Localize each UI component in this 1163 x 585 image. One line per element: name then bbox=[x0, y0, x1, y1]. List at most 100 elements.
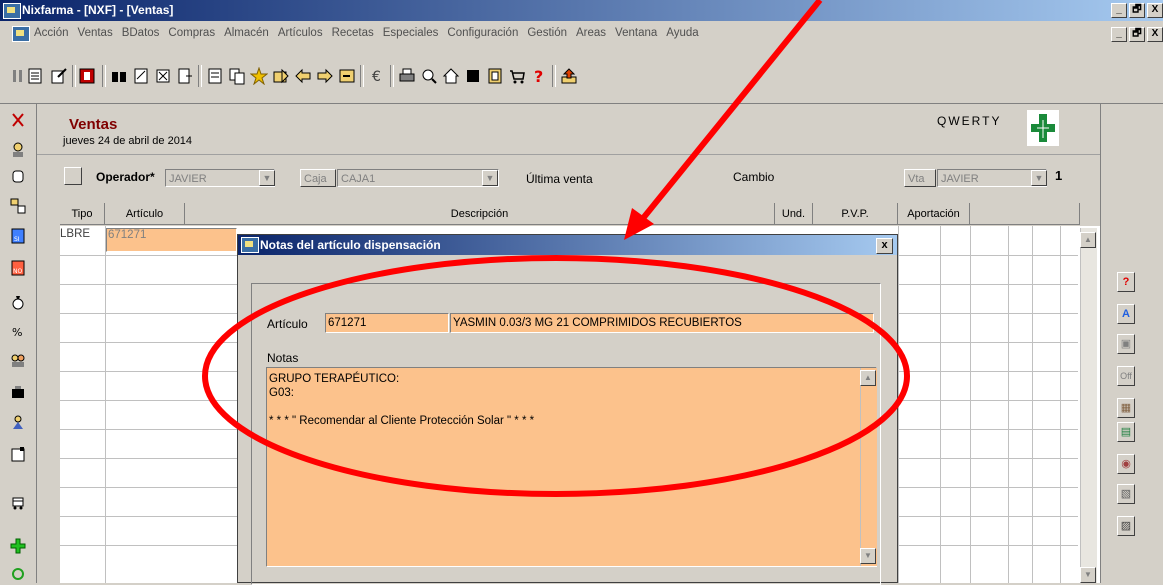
edit-icon[interactable] bbox=[50, 67, 68, 85]
import-icon[interactable] bbox=[338, 67, 356, 85]
minimize-button[interactable]: _ bbox=[1111, 3, 1127, 18]
notes-side-icon[interactable]: ▨ bbox=[1117, 516, 1135, 536]
notas-scroll-up-icon[interactable]: ▲ bbox=[860, 370, 876, 386]
mdi-child-icon[interactable] bbox=[12, 26, 30, 42]
person-pin-icon[interactable] bbox=[10, 414, 26, 430]
form-icon[interactable] bbox=[132, 67, 150, 85]
restore-button[interactable]: 🗗 bbox=[1129, 3, 1145, 18]
mdi-restore-button[interactable]: 🗗 bbox=[1129, 27, 1145, 42]
money-icon[interactable]: ▤ bbox=[1117, 422, 1135, 442]
row-articulo[interactable]: 671271 bbox=[106, 228, 237, 252]
calculator-icon[interactable]: ▦ bbox=[1117, 398, 1135, 418]
close-window-button[interactable]: X bbox=[1147, 3, 1163, 18]
notas-line bbox=[269, 400, 534, 414]
arrow-left-icon[interactable] bbox=[294, 67, 312, 85]
display-icon[interactable]: ▣ bbox=[1117, 334, 1135, 354]
notas-scroll-down-icon[interactable]: ▼ bbox=[860, 548, 876, 564]
window-controls: _ 🗗 X bbox=[1109, 3, 1163, 18]
windows-icon[interactable] bbox=[10, 198, 26, 214]
no-icon[interactable]: NO bbox=[10, 260, 26, 276]
copy-icon[interactable] bbox=[228, 67, 246, 85]
vta-dropdown-icon[interactable]: ▼ bbox=[1031, 170, 1047, 186]
operador-dropdown-icon[interactable]: ▼ bbox=[259, 170, 275, 186]
col-und[interactable]: Und. bbox=[775, 203, 813, 225]
upload-icon[interactable] bbox=[560, 67, 578, 85]
menu-especiales[interactable]: Especiales bbox=[383, 27, 439, 39]
menu-ventana[interactable]: Ventana bbox=[615, 27, 657, 39]
home-icon[interactable] bbox=[442, 67, 460, 85]
font-icon[interactable]: A bbox=[1117, 304, 1135, 324]
menu-accion[interactable]: Acción bbox=[34, 27, 69, 39]
col-aportacion[interactable]: Aportación bbox=[898, 203, 970, 225]
caja-button[interactable]: Caja bbox=[300, 169, 336, 187]
clipboard-icon[interactable] bbox=[486, 67, 504, 85]
si-icon[interactable]: SI bbox=[10, 228, 26, 244]
target-icon[interactable]: ◉ bbox=[1117, 454, 1135, 474]
list-icon[interactable] bbox=[206, 67, 224, 85]
menu-articulos[interactable]: Artículos bbox=[278, 27, 323, 39]
notas-textarea[interactable]: GRUPO TERAPÉUTICO: G03: * * * " Recomend… bbox=[266, 367, 877, 567]
menu-gestion[interactable]: Gestión bbox=[527, 27, 567, 39]
caja-dropdown-icon[interactable]: ▼ bbox=[482, 170, 498, 186]
grid-scrollbar[interactable] bbox=[1080, 228, 1097, 583]
user-icon[interactable] bbox=[10, 142, 26, 158]
grid-scroll-down-icon[interactable]: ▼ bbox=[1080, 567, 1096, 583]
star-icon[interactable] bbox=[250, 67, 268, 85]
euro-icon[interactable]: € bbox=[368, 67, 386, 85]
arrow-right-icon[interactable] bbox=[316, 67, 334, 85]
stop-icon[interactable] bbox=[78, 67, 96, 85]
pharmacy-cross-icon[interactable] bbox=[10, 538, 26, 554]
document-icon[interactable] bbox=[26, 67, 44, 85]
col-pvp[interactable]: P.V.P. bbox=[813, 203, 898, 225]
notes-icon[interactable] bbox=[10, 446, 26, 462]
black-square-icon[interactable] bbox=[464, 67, 482, 85]
menu-compras[interactable]: Compras bbox=[168, 27, 215, 39]
vta-button[interactable]: Vta bbox=[904, 169, 936, 187]
menu-ventas[interactable]: Ventas bbox=[78, 27, 113, 39]
menu-recetas[interactable]: Recetas bbox=[332, 27, 374, 39]
grid-scroll-up-icon[interactable]: ▲ bbox=[1080, 232, 1096, 248]
scissors-icon[interactable] bbox=[10, 112, 26, 128]
export-icon[interactable] bbox=[176, 67, 194, 85]
hand-icon[interactable] bbox=[10, 168, 26, 184]
menu-areas[interactable]: Areas bbox=[576, 27, 606, 39]
toolbar: € ? bbox=[0, 47, 1163, 104]
tools-side-icon[interactable]: ▧ bbox=[1117, 484, 1135, 504]
cart-icon[interactable] bbox=[508, 67, 526, 85]
menu-almacen[interactable]: Almacén bbox=[224, 27, 269, 39]
bag-icon[interactable] bbox=[10, 294, 26, 310]
mdi-close-button[interactable]: X bbox=[1147, 27, 1163, 42]
row-tipo[interactable]: LBRE bbox=[60, 228, 104, 252]
open-icon[interactable] bbox=[272, 67, 290, 85]
col-tipo[interactable]: Tipo bbox=[60, 203, 105, 225]
off-button[interactable]: Off bbox=[1117, 366, 1135, 386]
caja-select[interactable]: CAJA1 bbox=[337, 169, 499, 187]
notas-scrollbar[interactable] bbox=[860, 368, 877, 566]
tools-icon[interactable] bbox=[10, 384, 26, 400]
operador-button[interactable] bbox=[64, 167, 82, 185]
mdi-minimize-button[interactable]: _ bbox=[1111, 27, 1127, 42]
col-articulo[interactable]: Artículo bbox=[105, 203, 185, 225]
binoculars-icon[interactable] bbox=[110, 67, 128, 85]
svg-text:NO: NO bbox=[13, 268, 22, 275]
people-icon[interactable] bbox=[10, 352, 26, 368]
print-preview-icon[interactable] bbox=[420, 67, 438, 85]
dialog-close-button[interactable]: x bbox=[876, 238, 893, 254]
menu-configuracion[interactable]: Configuración bbox=[447, 27, 518, 39]
cancel-form-icon[interactable] bbox=[154, 67, 172, 85]
cart-left-icon[interactable] bbox=[10, 494, 26, 510]
col-descripcion[interactable]: Descripción bbox=[185, 203, 775, 225]
window-title-bar: Nixfarma - [NXF] - [Ventas] _ 🗗 X bbox=[0, 0, 1163, 21]
articulo-code-field[interactable]: 671271 bbox=[325, 313, 449, 333]
mdi-window-controls: _ 🗗 X bbox=[1109, 27, 1163, 42]
help-icon[interactable]: ? bbox=[530, 67, 548, 85]
help-side-icon[interactable]: ? bbox=[1117, 272, 1135, 292]
percent-icon[interactable]: % bbox=[10, 322, 26, 338]
notas-label: Notas bbox=[267, 351, 299, 365]
menu-bdatos[interactable]: BDatos bbox=[122, 27, 160, 39]
notes-dialog: Notas del artículo dispensación x Artícu… bbox=[237, 234, 898, 585]
print-icon[interactable] bbox=[398, 67, 416, 85]
refresh-icon[interactable] bbox=[10, 566, 26, 582]
menu-ayuda[interactable]: Ayuda bbox=[666, 27, 698, 39]
articulo-description-field[interactable]: YASMIN 0.03/3 MG 21 COMPRIMIDOS RECUBIER… bbox=[450, 313, 874, 333]
